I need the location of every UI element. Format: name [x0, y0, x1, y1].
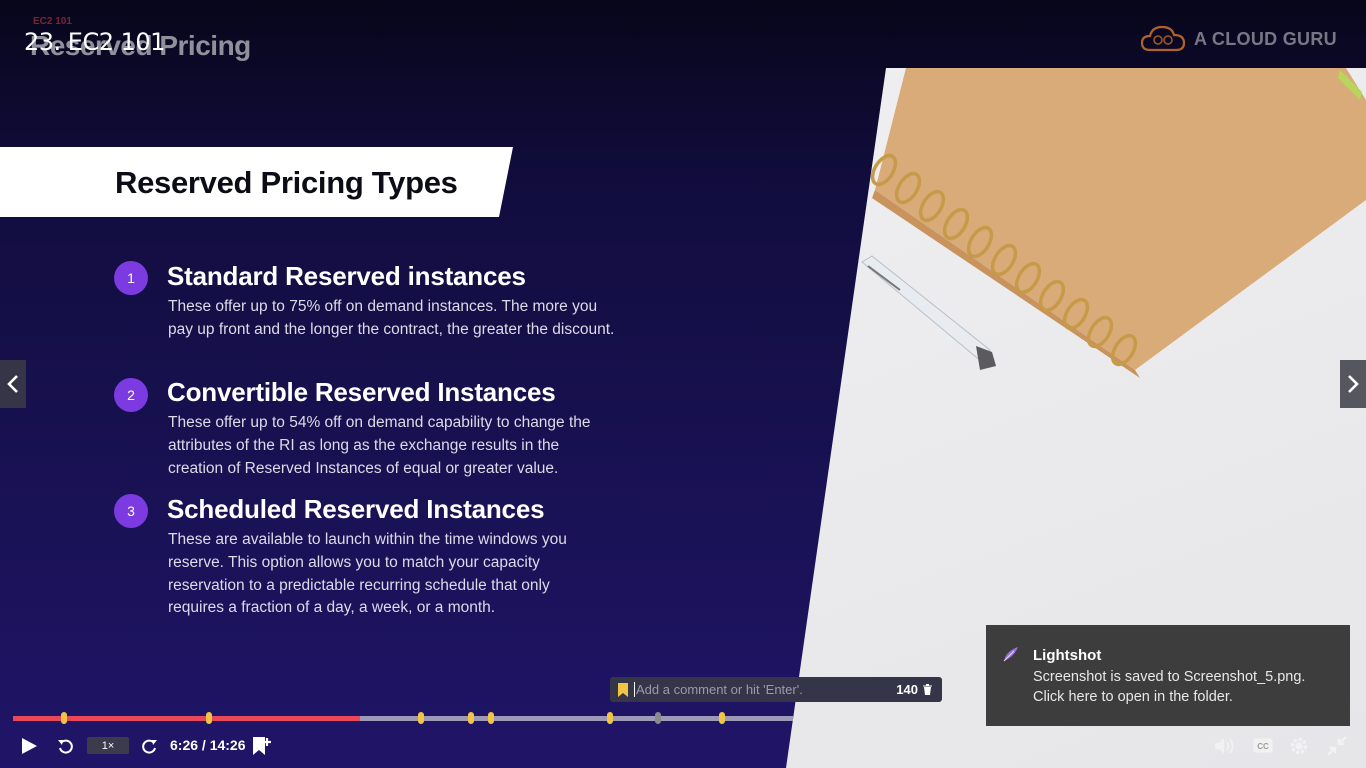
item-body: These offer up to 75% off on demand inst…: [168, 298, 615, 338]
item-heading: Standard Reserved instances: [167, 261, 526, 291]
captions-button[interactable]: CC: [1252, 737, 1274, 753]
comment-char-count: 140: [896, 682, 918, 697]
item-heading: Convertible Reserved Instances: [167, 377, 556, 407]
comment-input[interactable]: [634, 682, 897, 697]
toast-title: Lightshot: [1033, 647, 1102, 664]
chevron-right-icon: [1348, 375, 1359, 393]
timeline-marker[interactable]: [607, 712, 613, 724]
lightshot-notification[interactable]: Lightshot Screenshot is saved to Screens…: [986, 625, 1350, 726]
volume-button[interactable]: [1214, 736, 1236, 756]
item-body: These are available to launch within the…: [168, 531, 567, 617]
volume-icon: [1215, 738, 1234, 754]
cloud-icon: [1140, 25, 1186, 52]
play-icon: [22, 738, 37, 754]
bookmark-add-icon: [253, 737, 271, 755]
item-body: These offer up to 54% off on demand capa…: [168, 414, 591, 477]
add-note-button[interactable]: [250, 735, 272, 757]
speed-button[interactable]: 1×: [87, 737, 129, 754]
settings-button[interactable]: [1288, 735, 1310, 757]
exit-fullscreen-icon: [1327, 736, 1347, 756]
comment-box: 140: [610, 677, 942, 702]
timeline-marker[interactable]: [719, 712, 725, 724]
item-number: 3: [114, 494, 148, 528]
rewind-button[interactable]: [56, 736, 76, 756]
video-title: 23. EC2 101: [24, 28, 165, 56]
toast-message: Screenshot is saved to Screenshot_5.png.…: [1033, 669, 1306, 705]
trash-icon[interactable]: [923, 684, 932, 695]
timeline-marker[interactable]: [61, 712, 67, 724]
timeline-marker[interactable]: [488, 712, 494, 724]
brand-name: A CLOUD GURU: [1194, 28, 1337, 49]
feather-icon: [1003, 647, 1018, 662]
slide-kicker: EC2 101: [33, 16, 72, 27]
forward-button[interactable]: [139, 736, 159, 756]
timeline-marker[interactable]: [468, 712, 474, 724]
banner-title: Reserved Pricing Types: [115, 165, 458, 200]
play-button[interactable]: [18, 736, 40, 756]
brand-logo: A CLOUD GURU: [1140, 24, 1337, 54]
forward-icon: [142, 739, 157, 754]
cc-icon: CC: [1253, 738, 1273, 752]
timeline-marker[interactable]: [418, 712, 424, 724]
chevron-left-icon: [7, 375, 18, 393]
item-number: 1: [114, 261, 148, 295]
item-number: 2: [114, 378, 148, 412]
item-heading: Scheduled Reserved Instances: [167, 494, 545, 524]
video-player[interactable]: EC2 101 Reserved Pricing 23. EC2 101 A C…: [0, 0, 1366, 768]
svg-text:CC: CC: [1257, 742, 1269, 751]
exit-fullscreen-button[interactable]: [1326, 735, 1348, 757]
rewind-icon: [58, 739, 73, 754]
video-timeline[interactable]: [13, 712, 793, 724]
control-bar: 1× 6:26 / 14:26 CC: [0, 728, 1366, 768]
previous-slide-button[interactable]: [0, 360, 26, 408]
bookmark-icon[interactable]: [618, 682, 628, 697]
gear-icon: [1290, 737, 1308, 755]
time-display: 6:26 / 14:26: [170, 737, 246, 753]
next-slide-button[interactable]: [1340, 360, 1366, 408]
timeline-marker[interactable]: [206, 712, 212, 724]
playhead[interactable]: [655, 712, 661, 724]
